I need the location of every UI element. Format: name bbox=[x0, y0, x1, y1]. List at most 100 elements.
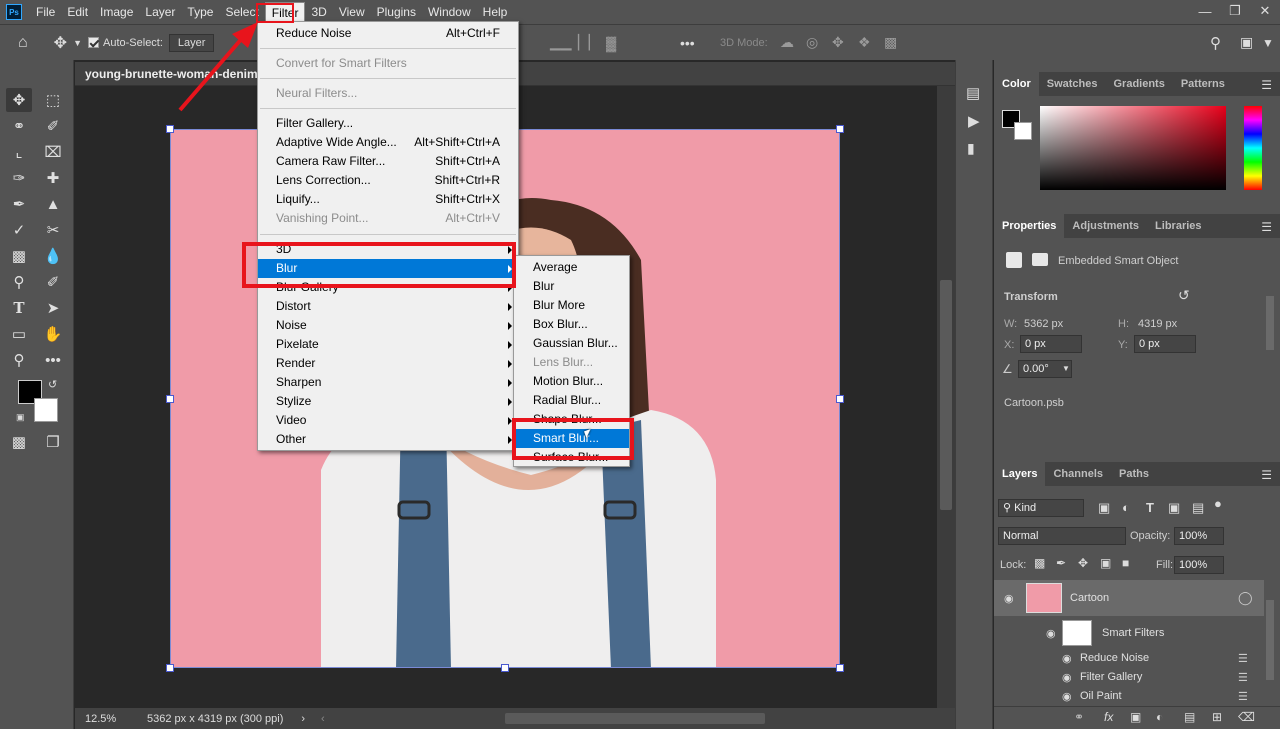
zoom-level[interactable]: 12.5% bbox=[85, 713, 135, 725]
filter-options-icon[interactable]: ☰ bbox=[1238, 671, 1248, 684]
reset-transform-icon[interactable]: ↺ bbox=[1178, 287, 1190, 304]
menu-item-surface-blur[interactable]: Surface Blur... bbox=[514, 448, 629, 467]
angle-dropdown-icon[interactable]: ▼ bbox=[1062, 364, 1070, 373]
menu-view[interactable]: View bbox=[333, 2, 371, 22]
transform-handle[interactable] bbox=[836, 664, 844, 672]
menu-item-stylize[interactable]: Stylize bbox=[258, 392, 518, 411]
move-tool-icon[interactable]: ✥ bbox=[54, 33, 67, 53]
menu-item-render[interactable]: Render bbox=[258, 354, 518, 373]
menu-edit[interactable]: Edit bbox=[61, 2, 94, 22]
fx-icon[interactable]: fx bbox=[1104, 710, 1113, 724]
type-tool-icon[interactable]: T bbox=[6, 296, 32, 320]
menu-3d[interactable]: 3D bbox=[305, 2, 332, 22]
menu-item-camera-raw-filter[interactable]: Camera Raw Filter... Shift+Ctrl+A bbox=[258, 152, 518, 171]
menu-type[interactable]: Type bbox=[181, 2, 219, 22]
hand-tool-icon[interactable]: ✋ bbox=[40, 322, 66, 346]
eraser-tool-icon[interactable]: ✂ bbox=[40, 218, 66, 242]
menu-item-pixelate[interactable]: Pixelate bbox=[258, 335, 518, 354]
visibility-eye-icon[interactable]: ◉ bbox=[1004, 592, 1014, 605]
menu-layer[interactable]: Layer bbox=[139, 2, 181, 22]
swap-colors-icon[interactable]: ↺ bbox=[48, 378, 57, 391]
transform-handle[interactable] bbox=[166, 395, 174, 403]
properties-scrollbar[interactable] bbox=[1266, 296, 1274, 350]
menu-item-liquify[interactable]: Liquify... Shift+Ctrl+X bbox=[258, 190, 518, 209]
menu-item-neural-filters[interactable]: Neural Filters... bbox=[258, 84, 518, 103]
home-icon[interactable]: ⌂ bbox=[18, 34, 28, 52]
lasso-tool-icon[interactable]: ⚭ bbox=[6, 114, 32, 138]
menu-item-smart-blur[interactable]: Smart Blur... bbox=[514, 429, 629, 448]
link-layers-icon[interactable]: ⚭ bbox=[1074, 710, 1084, 724]
tab-color[interactable]: Color bbox=[994, 72, 1039, 96]
tab-libraries[interactable]: Libraries bbox=[1147, 214, 1209, 238]
visibility-eye-icon[interactable]: ◉ bbox=[1046, 627, 1056, 640]
menu-item-3d[interactable]: 3D bbox=[258, 240, 518, 259]
menu-item-vanishing-point[interactable]: Vanishing Point... Alt+Ctrl+V bbox=[258, 209, 518, 228]
zoom-tool-icon[interactable]: ⚲ bbox=[6, 348, 32, 372]
quick-select-tool-icon[interactable]: ✐ bbox=[40, 114, 66, 138]
lock-artboard-icon[interactable]: ▣ bbox=[1100, 556, 1111, 570]
align-top-icon[interactable]: ▁▁ bbox=[550, 34, 572, 51]
scroll-left-icon[interactable]: ‹ bbox=[321, 713, 325, 725]
filter-smart-object-icon[interactable]: ▤ bbox=[1192, 500, 1204, 516]
default-colors-icon[interactable]: ▣ bbox=[16, 412, 25, 423]
roll-3d-icon[interactable]: ◎ bbox=[806, 34, 818, 51]
color-background-swatch[interactable] bbox=[1014, 122, 1032, 140]
menu-help[interactable]: Help bbox=[477, 2, 514, 22]
lock-pixels-icon[interactable]: ✒ bbox=[1056, 556, 1066, 570]
filter-row-oil-paint[interactable]: ◉ Oil Paint ☰ bbox=[994, 688, 1264, 706]
horizontal-scroll-thumb[interactable] bbox=[505, 713, 765, 724]
transform-handle[interactable] bbox=[836, 125, 844, 133]
visibility-eye-icon[interactable]: ◉ bbox=[1062, 652, 1072, 665]
lock-position-icon[interactable]: ✥ bbox=[1078, 556, 1088, 570]
layers-scrollbar[interactable] bbox=[1266, 600, 1274, 680]
dodge-tool-icon[interactable]: ⚲ bbox=[6, 270, 32, 294]
workspace-icon[interactable]: ▣ bbox=[1240, 34, 1253, 51]
trash-icon[interactable]: ⌫ bbox=[1238, 710, 1255, 724]
filter-options-icon[interactable]: ☰ bbox=[1238, 652, 1248, 665]
menu-plugins[interactable]: Plugins bbox=[371, 2, 422, 22]
filter-adjustment-icon[interactable]: ◐ bbox=[1122, 500, 1130, 515]
menu-window[interactable]: Window bbox=[422, 2, 477, 22]
menu-item-blur-simple[interactable]: Blur bbox=[514, 277, 629, 296]
filter-toggle-icon[interactable]: ● bbox=[1214, 496, 1222, 511]
menu-filter[interactable]: Filter bbox=[264, 2, 306, 22]
blend-mode-dropdown[interactable]: Normal bbox=[998, 527, 1126, 545]
search-icon[interactable]: ⚲ bbox=[1210, 34, 1221, 52]
visibility-eye-icon[interactable]: ◉ bbox=[1062, 690, 1072, 703]
tab-swatches[interactable]: Swatches bbox=[1039, 72, 1106, 96]
slide-3d-icon[interactable]: ❖ bbox=[858, 34, 871, 51]
width-value[interactable]: 5362 px bbox=[1024, 318, 1063, 330]
layer-filter-dropdown[interactable]: ⚲ Kind bbox=[998, 499, 1084, 517]
menu-item-shape-blur[interactable]: Shape Blur... bbox=[514, 410, 629, 429]
filter-pixel-icon[interactable]: ▣ bbox=[1098, 500, 1110, 516]
actions-panel-icon[interactable]: ▶ bbox=[968, 112, 980, 130]
path-select-tool-icon[interactable]: ➤ bbox=[40, 296, 66, 320]
smart-filters-row[interactable]: ◉ Smart Filters bbox=[994, 618, 1264, 648]
background-color-swatch[interactable] bbox=[34, 398, 58, 422]
gradient-tool-icon[interactable]: ▩ bbox=[6, 244, 32, 268]
blur-tool-icon[interactable]: 💧 bbox=[40, 244, 66, 268]
panel-menu-icon[interactable]: ☰ bbox=[1261, 78, 1272, 92]
menu-item-radial-blur[interactable]: Radial Blur... bbox=[514, 391, 629, 410]
menu-item-adaptive-wide-angle[interactable]: Adaptive Wide Angle... Alt+Shift+Ctrl+A bbox=[258, 133, 518, 152]
menu-item-blur-gallery[interactable]: Blur Gallery bbox=[258, 278, 518, 297]
menu-item-noise[interactable]: Noise bbox=[258, 316, 518, 335]
close-icon[interactable]: ✕ bbox=[1250, 0, 1280, 22]
orbit-3d-icon[interactable]: ☁ bbox=[780, 34, 794, 51]
layer-name[interactable]: Cartoon bbox=[1070, 592, 1109, 604]
menu-item-lens-correction[interactable]: Lens Correction... Shift+Ctrl+R bbox=[258, 171, 518, 190]
menu-item-average[interactable]: Average bbox=[514, 258, 629, 277]
share-icon[interactable]: ▼ bbox=[1262, 36, 1274, 50]
move-tool-icon[interactable]: ✥ bbox=[6, 88, 32, 112]
brush-tool-icon[interactable]: ✒ bbox=[6, 192, 32, 216]
history-brush-tool-icon[interactable]: ✓ bbox=[6, 218, 32, 242]
tab-properties[interactable]: Properties bbox=[994, 214, 1065, 238]
layer-row-cartoon[interactable]: ◉ Cartoon ◯ bbox=[994, 580, 1264, 616]
menu-item-gaussian-blur[interactable]: Gaussian Blur... bbox=[514, 334, 629, 353]
visibility-eye-icon[interactable]: ◉ bbox=[1062, 671, 1072, 684]
menu-select[interactable]: Select bbox=[219, 2, 264, 22]
align-bottom-icon[interactable]: ▓ bbox=[606, 35, 616, 51]
tab-adjustments[interactable]: Adjustments bbox=[1064, 214, 1147, 238]
tab-gradients[interactable]: Gradients bbox=[1105, 72, 1172, 96]
add-mask-icon[interactable]: ▣ bbox=[1130, 710, 1141, 724]
